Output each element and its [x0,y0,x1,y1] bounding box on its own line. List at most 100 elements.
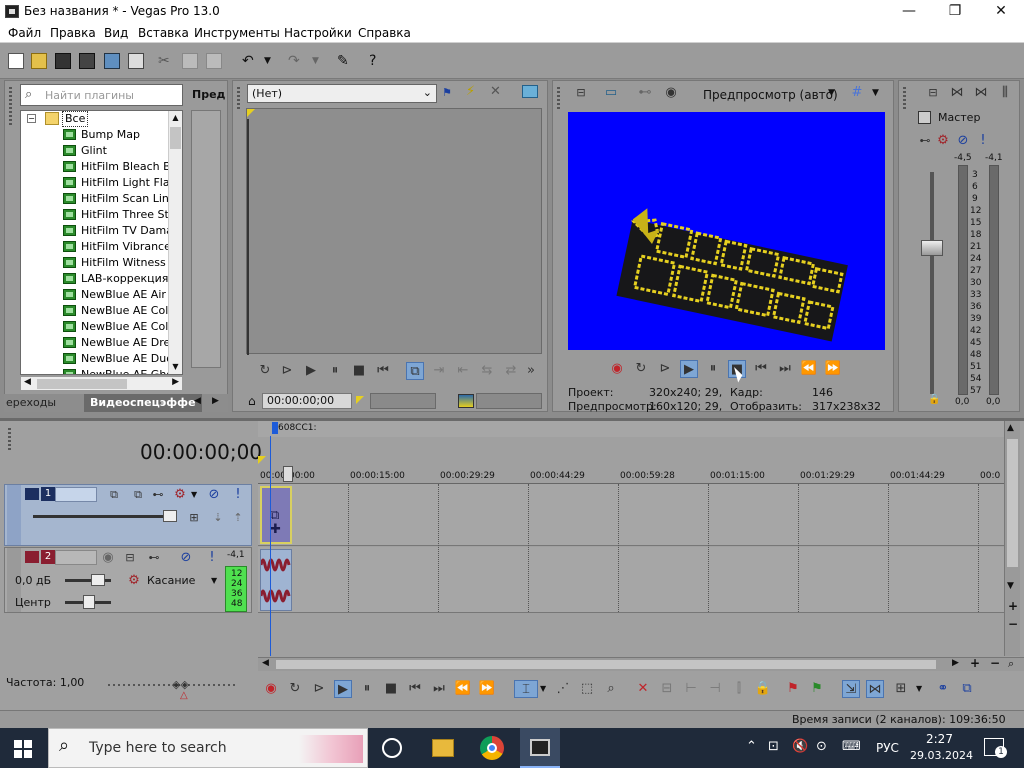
play-icon[interactable]: ▶ [680,360,698,378]
menu-tools[interactable]: Инструменты [194,26,280,40]
loop-icon[interactable]: ↻ [256,362,274,380]
video-track-header[interactable]: 1 ⧉ ⧉ ⊷ ⚙ ▼ ⊘ ! ⊞ ⇣ ⇡ [4,484,252,546]
collapse-icon[interactable]: − [27,114,36,123]
network-icon[interactable]: ⊡ [768,739,779,754]
open-folder-icon[interactable] [31,53,47,69]
mixer-props-icon[interactable]: ⊟ [924,84,942,102]
tray-chevron-up-icon[interactable]: ⌃ [746,739,757,754]
record-icon[interactable]: ◉ [262,680,280,698]
lock-icon[interactable]: 🔒 [754,680,772,698]
solo-icon[interactable]: ! [229,486,247,504]
pan-knob[interactable] [83,595,95,609]
go-to-start-icon[interactable]: ⏮ [752,360,770,378]
in-point-field[interactable] [370,393,436,409]
arm-record-icon[interactable]: ◉ [99,549,117,567]
snapping-icon[interactable]: ⇲ [842,680,860,698]
recorder-icon[interactable]: ⊙ [816,739,827,754]
save-icon[interactable] [55,53,71,69]
insert-icon[interactable]: ⇥ [430,362,448,380]
pause-icon[interactable]: ⏸ [326,362,344,380]
lock-envelopes-icon[interactable]: ⚭ [934,680,952,698]
notifications-icon[interactable]: 1 [984,738,1007,758]
h-zoom-in-icon[interactable]: + [970,656,980,670]
vegas-app-icon[interactable] [5,5,19,18]
h-zoom-out-icon[interactable]: − [990,656,1000,670]
windows-start-icon[interactable] [14,740,32,758]
trimmer-timecode[interactable]: 00:00:00;00 [262,393,352,409]
external-monitor-icon[interactable]: ▭ [602,84,620,102]
play-from-start-icon[interactable]: ⊳ [656,360,674,378]
compositing-mode-icon[interactable]: ⧉ [105,486,123,504]
volume-muted-icon[interactable]: 🔇 [792,739,808,754]
record-icon[interactable]: ◉ [608,360,626,378]
go-to-end-icon[interactable]: ⏭ [430,680,448,698]
undo-dropdown-icon[interactable]: ▼ [264,53,280,69]
render-icon[interactable] [104,53,120,69]
scroll-left-icon[interactable]: ◀ [262,658,269,668]
region-icon[interactable]: ⚑ [808,680,826,698]
parent-mode-icon[interactable]: ⧉ [129,486,147,504]
automation-gear-icon[interactable]: ⚙ [125,572,143,590]
overlay-dropdown-icon[interactable]: ▼ [872,88,879,98]
selection-tool-icon[interactable]: ⬚ [578,680,596,698]
mute-icon[interactable]: ⊘ [205,486,223,504]
undo-icon[interactable]: ↶ [242,53,258,69]
paste-icon[interactable] [206,53,222,69]
save-as-icon[interactable] [79,53,95,69]
plugin-list-scrollbar[interactable]: ▲ ▼ [168,111,182,374]
scroll-down-icon[interactable]: ▼ [169,360,182,374]
chevron-down-icon[interactable]: ▼ [540,684,546,693]
scroll-left-icon[interactable]: ◀ [24,377,31,387]
timeline-vscrollbar[interactable]: ▲ ▼ + − [1004,421,1020,656]
zoom-in-icon[interactable]: + [1008,599,1018,613]
menu-edit[interactable]: Правка [50,26,96,40]
file-explorer-icon[interactable] [432,739,454,757]
master-fader-track[interactable] [930,172,934,394]
minimize-button[interactable]: — [886,0,932,23]
auto-crossfade-icon[interactable]: ⋈ [866,680,884,698]
dim-icon[interactable]: ⋈ [972,84,990,102]
maximize-button[interactable]: ❐ [932,0,978,23]
make-child-icon[interactable]: ⇣ [209,509,227,527]
crop-icon[interactable]: ⧉ [270,508,279,523]
audio-track-lane[interactable] [258,547,1004,613]
delete-icon[interactable]: ✕ [634,680,652,698]
audio-track-header[interactable]: 2 ◉ ⊟ ⊷ ⊘ ! -4,1 0,0 дБ ⚙ Касание ▼ Цент… [4,547,252,613]
envelope-tool-icon[interactable]: ⋰ [554,680,572,698]
chrome-icon[interactable] [480,736,504,760]
copy-icon[interactable] [182,53,198,69]
track-name-field[interactable] [55,487,97,502]
stop-icon[interactable]: ■ [350,362,368,380]
monitor-icon[interactable] [522,85,538,98]
overlay-grid-icon[interactable]: # [848,84,866,102]
downmix-icon[interactable]: ⋈ [948,84,966,102]
vscroll-thumb[interactable] [1007,439,1018,567]
opacity-slider[interactable] [33,515,177,518]
track-drag-handle[interactable] [7,485,21,545]
menu-settings[interactable]: Настройки [284,26,352,40]
fit-icon[interactable]: ⇤ [454,362,472,380]
more-icon[interactable]: » [522,362,540,380]
trimmer-viewer[interactable] [246,108,542,355]
tab-video-fx[interactable]: Видеоспецэффе [84,394,202,412]
hscroll-thumb[interactable] [276,660,936,669]
taskbar-search-input[interactable]: ⌕ Type here to search [48,728,368,768]
whats-this-icon[interactable]: ? [369,53,385,69]
chevron-down-icon[interactable]: ▼ [191,490,197,499]
scroll-down-icon[interactable]: ▼ [1007,581,1014,591]
redo-dropdown-icon[interactable]: ▼ [312,53,328,69]
play-from-start-icon[interactable]: ⊳ [310,680,328,698]
pause-icon[interactable]: ⏸ [704,360,722,378]
menu-insert[interactable]: Вставка [138,26,189,40]
scroll-up-icon[interactable]: ▲ [169,111,182,125]
ignore-grouping-icon[interactable]: ⧉ [958,680,976,698]
play-from-start-icon[interactable]: ⊳ [278,362,296,380]
track-fx-icon[interactable]: ⚙ [171,486,189,504]
video-clip[interactable]: ⧉ ✚ [260,486,292,544]
composite-fx-icon[interactable]: ⊞ [185,509,203,527]
in-point-icon[interactable] [356,396,364,404]
split-icon[interactable]: ⫿ [730,680,748,698]
selection-length-field[interactable] [476,393,542,409]
track-properties-icon[interactable]: ⊟ [121,549,139,567]
trim-end-icon[interactable]: ⊣ [706,680,724,698]
